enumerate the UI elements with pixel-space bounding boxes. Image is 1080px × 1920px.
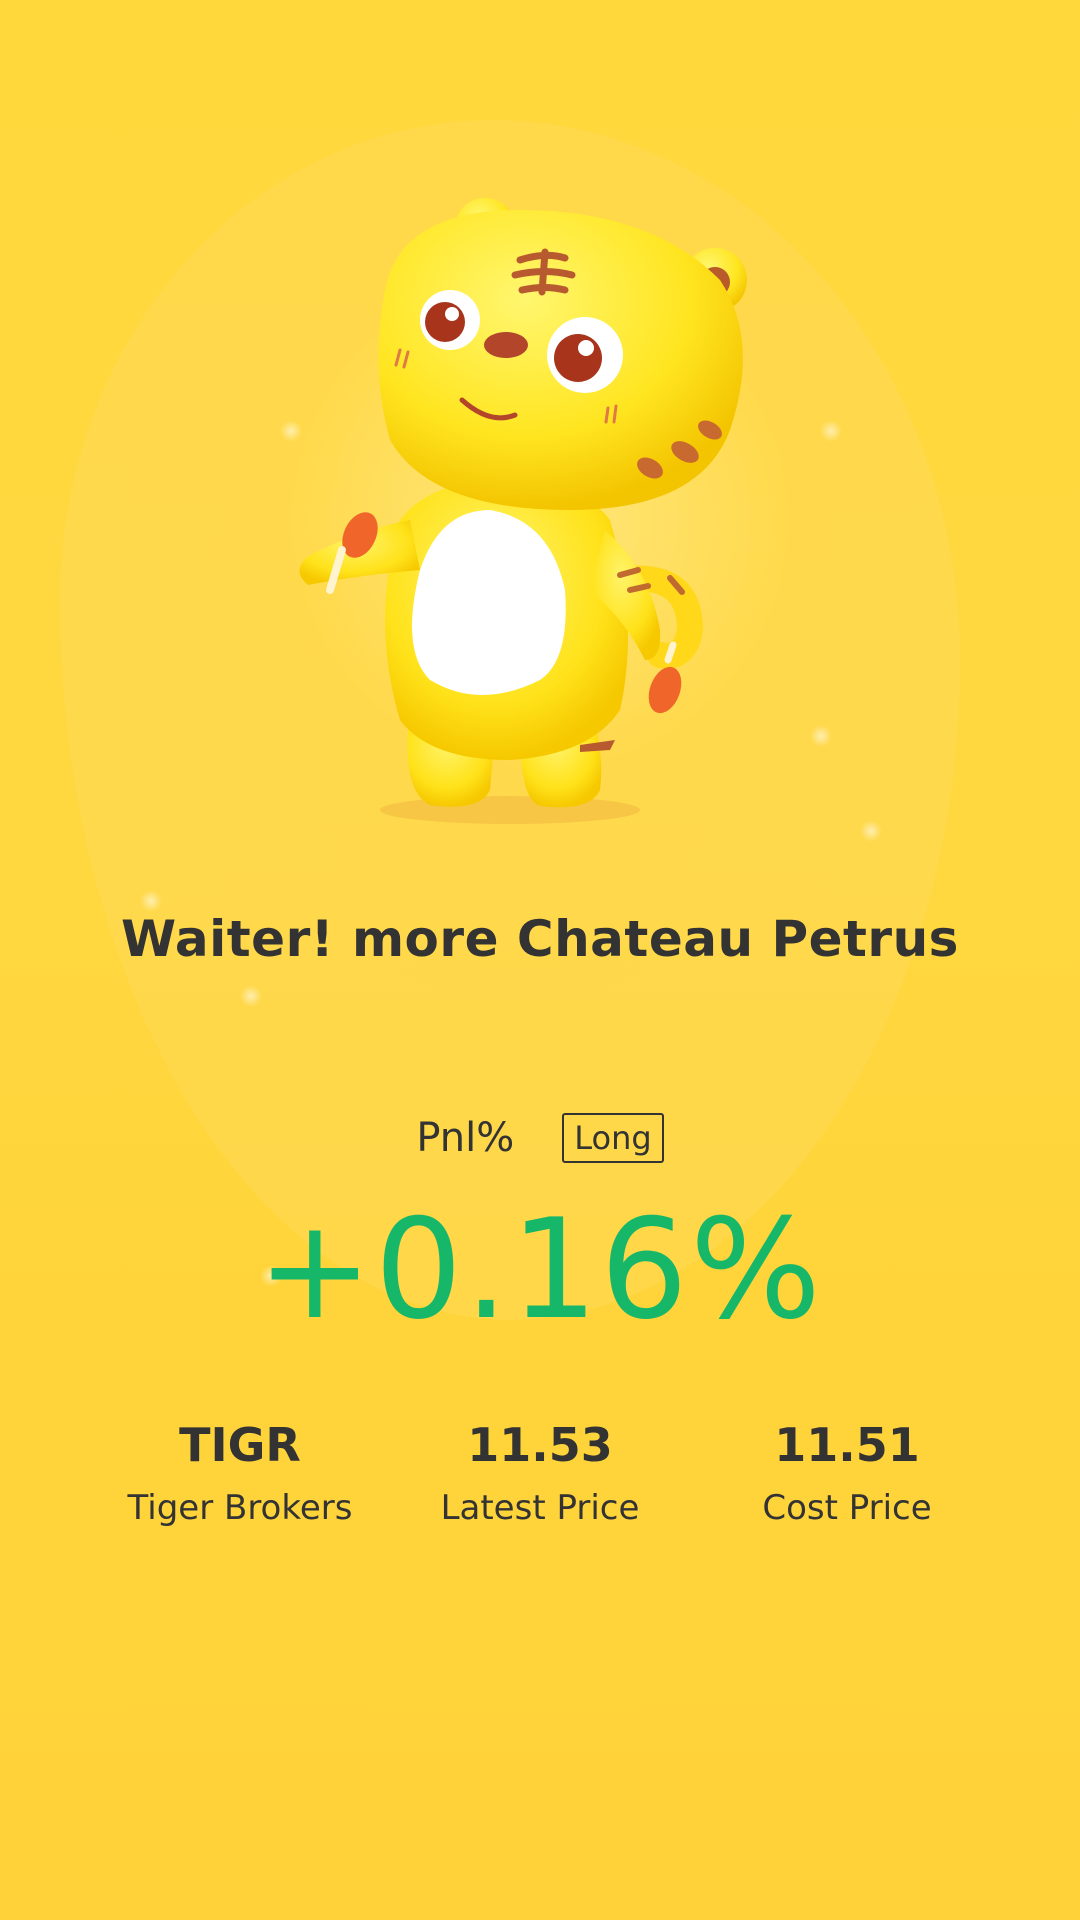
stat-label: Tiger Brokers bbox=[127, 1488, 353, 1528]
pnl-header: Pnl% Long bbox=[0, 1113, 1080, 1163]
sparkle bbox=[820, 420, 842, 442]
sparkle bbox=[860, 820, 882, 842]
stat-value: 11.51 bbox=[774, 1418, 920, 1472]
pnl-label: Pnl% bbox=[416, 1115, 515, 1161]
stat-value: 11.53 bbox=[467, 1418, 613, 1472]
page-title: Waiter! more Chateau Petrus bbox=[121, 910, 959, 968]
position-tag: Long bbox=[562, 1113, 664, 1163]
stat-label: Latest Price bbox=[440, 1488, 640, 1528]
sparkle bbox=[140, 890, 162, 912]
stat-label: Cost Price bbox=[762, 1488, 932, 1528]
stat-symbol: TIGR Tiger Brokers bbox=[90, 1415, 390, 1529]
stat-cost-price: 11.51 Cost Price bbox=[697, 1415, 997, 1529]
pnl-value: +0.16% bbox=[256, 1189, 824, 1350]
sparkle bbox=[240, 985, 262, 1007]
sparkle bbox=[810, 725, 832, 747]
stat-latest-price: 11.53 Latest Price bbox=[390, 1415, 690, 1529]
stat-value: TIGR bbox=[179, 1418, 301, 1472]
tiger-mascot-icon bbox=[299, 198, 747, 824]
